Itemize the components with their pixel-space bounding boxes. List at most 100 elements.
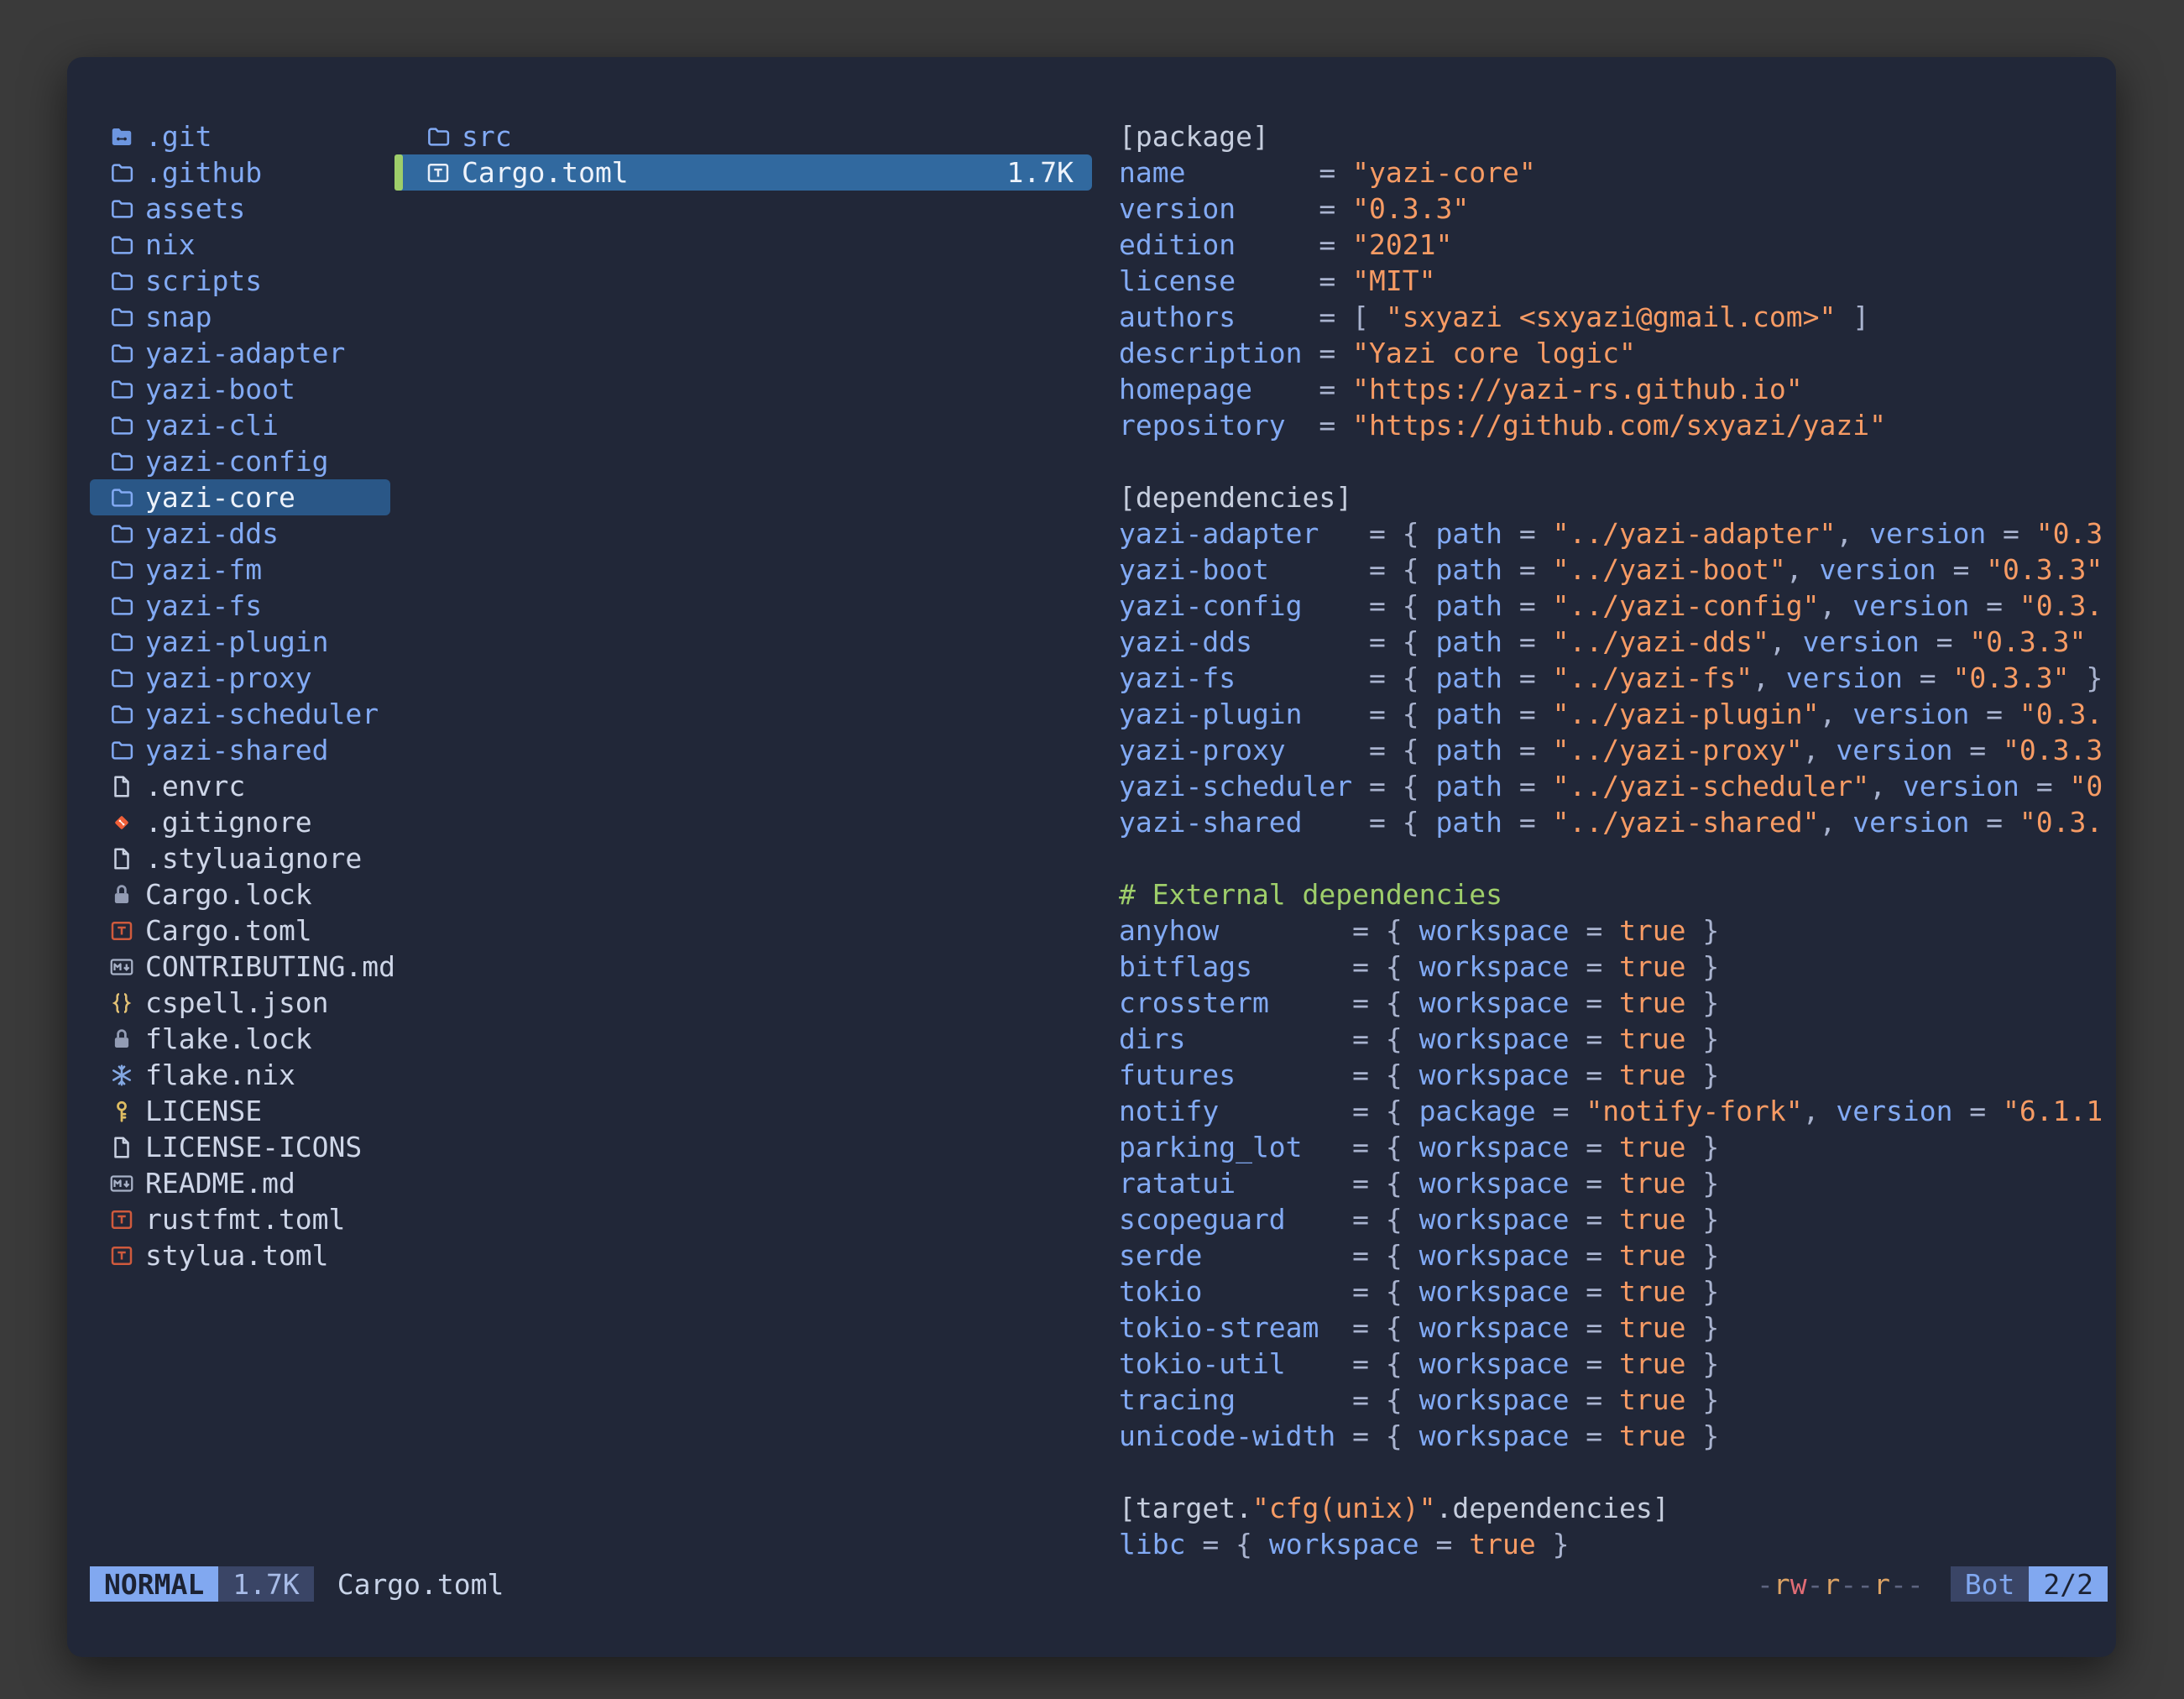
file-row[interactable]: yazi-fs (90, 588, 390, 624)
file-name: rustfmt.toml (145, 1203, 345, 1236)
file-row[interactable]: Cargo.toml 1.7K (394, 154, 1092, 191)
file-row[interactable]: yazi-plugin (90, 624, 390, 660)
file-row[interactable]: yazi-scheduler (90, 696, 390, 732)
file-row[interactable]: yazi-proxy (90, 660, 390, 696)
syntax-segment: yazi-dds (1119, 625, 1252, 658)
folder-icon (109, 305, 134, 330)
file-row[interactable]: assets (90, 191, 390, 227)
syntax-segment: true (1619, 1347, 1685, 1380)
syntax-segment: workspace (1419, 1239, 1570, 1272)
syntax-segment: "0.3.3 (2003, 734, 2103, 766)
syntax-segment: ] (1836, 301, 1869, 333)
file-row[interactable]: .git (90, 118, 390, 154)
preview-line (1119, 840, 2103, 876)
preview-line: yazi-dds = { path = "../yazi-dds", versi… (1119, 624, 2103, 660)
syntax-segment: = (1569, 1275, 1619, 1308)
file-row[interactable]: yazi-config (90, 443, 390, 479)
syntax-segment: "0.3. (2019, 589, 2103, 622)
file-row[interactable]: Cargo.toml (90, 912, 390, 949)
file-name: LICENSE (145, 1095, 262, 1127)
preview-line (1119, 443, 2103, 479)
syntax-segment: true (1619, 986, 1685, 1019)
permission-char: r (1824, 1568, 1841, 1601)
toml-icon (109, 1207, 134, 1232)
file-row[interactable]: flake.lock (90, 1021, 390, 1057)
file-row[interactable]: CONTRIBUTING.md (90, 949, 390, 985)
file-row[interactable]: yazi-adapter (90, 335, 390, 371)
lock-icon (109, 882, 134, 907)
syntax-segment: = (1236, 228, 1352, 261)
file-name: yazi-shared (145, 734, 329, 766)
preview-line: yazi-fs = { path = "../yazi-fs", version… (1119, 660, 2103, 696)
syntax-segment: , (1786, 553, 1820, 586)
file-row[interactable]: .envrc (90, 768, 390, 804)
syntax-segment: version (1836, 734, 1952, 766)
preview-line: version = "0.3.3" (1119, 191, 2103, 227)
folder-icon (109, 557, 134, 583)
file-row[interactable]: yazi-boot (90, 371, 390, 407)
file-name: yazi-config (145, 445, 329, 478)
file-row[interactable]: README.md (90, 1165, 390, 1201)
file-row[interactable]: LICENSE-ICONS (90, 1129, 390, 1165)
syntax-segment: workspace (1269, 1528, 1419, 1560)
folder-icon (109, 341, 134, 366)
status-bar: NORMAL 1.7K Cargo.toml -rw-r--r-- Bot 2/… (90, 1566, 2108, 1602)
syntax-segment: = { (1269, 986, 1419, 1019)
preview-pane: [package]name = "yazi-core"version = "0.… (1119, 118, 2103, 1562)
permission-char: - (1840, 1568, 1857, 1601)
file-row[interactable]: Cargo.lock (90, 876, 390, 912)
syntax-segment: , (1819, 806, 1852, 839)
syntax-segment: workspace (1419, 1419, 1570, 1452)
folder-icon (109, 738, 134, 763)
permission-char: - (1757, 1568, 1774, 1601)
syntax-segment: workspace (1419, 1347, 1570, 1380)
file-row[interactable]: yazi-cli (90, 407, 390, 443)
syntax-segment: notify (1119, 1095, 1219, 1127)
syntax-segment: = (1952, 734, 2003, 766)
preview-line: [package] (1119, 118, 2103, 154)
syntax-segment: = (1502, 698, 1553, 730)
file-row[interactable]: scripts (90, 263, 390, 299)
file-row[interactable]: rustfmt.toml (90, 1201, 390, 1237)
preview-line: license = "MIT" (1119, 263, 2103, 299)
file-row[interactable]: .styluaignore (90, 840, 390, 876)
file-name: snap (145, 301, 212, 333)
file-row[interactable]: yazi-core (90, 479, 390, 515)
file-name: yazi-fs (145, 589, 262, 622)
syntax-segment: = { (1219, 1095, 1419, 1127)
syntax-segment: unicode-width (1119, 1419, 1335, 1452)
syntax-segment: = (1569, 1383, 1619, 1416)
file-row[interactable]: snap (90, 299, 390, 335)
syntax-segment: "sxyazi <sxyazi@gmail.com>" (1386, 301, 1836, 333)
permission-char: - (1857, 1568, 1873, 1601)
scroll-position-badge: Bot (1951, 1566, 2030, 1602)
permission-char: r (1774, 1568, 1790, 1601)
file-row[interactable]: flake.nix (90, 1057, 390, 1093)
syntax-segment: version (1852, 698, 1969, 730)
file-row[interactable]: src (394, 118, 1092, 154)
syntax-segment: "MIT" (1352, 264, 1435, 297)
file-row[interactable]: LICENSE (90, 1093, 390, 1129)
git-folder-icon (109, 124, 134, 149)
syntax-segment: } (1686, 986, 1720, 1019)
file-name: assets (145, 192, 245, 225)
syntax-segment: = (1502, 770, 1553, 802)
file-row[interactable]: yazi-dds (90, 515, 390, 552)
file-row[interactable]: .github (90, 154, 390, 191)
file-row[interactable]: nix (90, 227, 390, 263)
folder-icon (109, 269, 134, 294)
file-row[interactable]: yazi-fm (90, 552, 390, 588)
syntax-segment: = (1569, 986, 1619, 1019)
file-row[interactable]: .gitignore (90, 804, 390, 840)
file-row[interactable]: yazi-shared (90, 732, 390, 768)
file-row[interactable]: cspell.json (90, 985, 390, 1021)
toml-icon (426, 160, 451, 186)
preview-line: yazi-shared = { path = "../yazi-shared",… (1119, 804, 2103, 840)
syntax-segment: = (1502, 734, 1553, 766)
syntax-segment: = (1252, 373, 1352, 405)
syntax-segment: version (1820, 553, 1936, 586)
file-row[interactable]: stylua.toml (90, 1237, 390, 1273)
file-name: nix (145, 228, 196, 261)
folder-icon (109, 413, 134, 438)
syntax-segment: = { (1269, 553, 1436, 586)
